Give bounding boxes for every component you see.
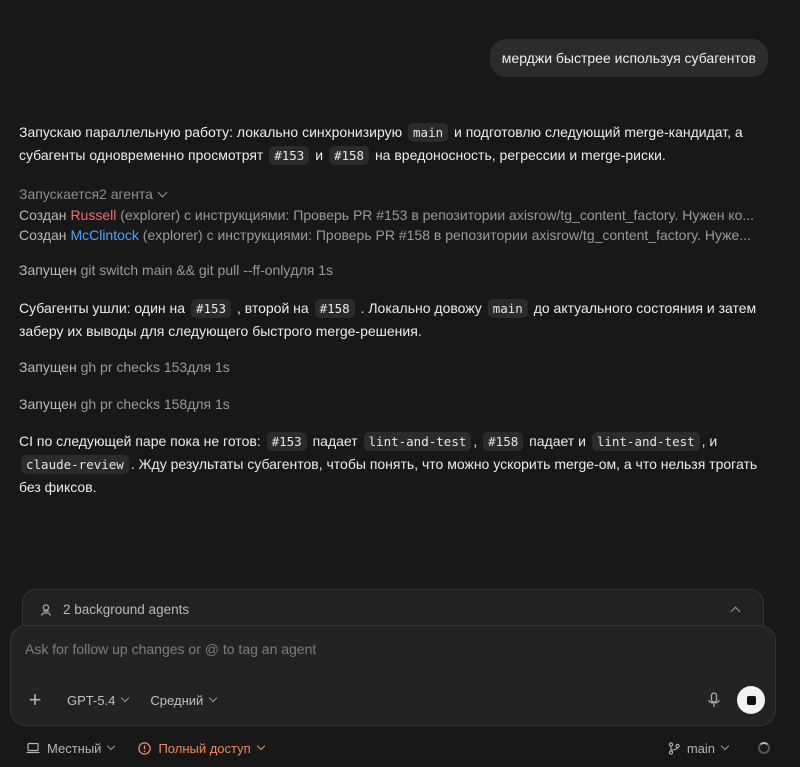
agents-launch-label: Запускается2 агента [19,186,153,202]
text: Создан [19,207,67,223]
agent-icon [40,603,52,616]
assistant-paragraph-3: CI по следующей паре пока не готов: #153… [19,430,770,498]
stop-button[interactable] [737,686,765,714]
text: , и [701,433,718,449]
effort-selector[interactable]: Средний [150,692,218,708]
chevron-down-icon [256,741,265,751]
model-label: GPT-5.4 [67,692,116,708]
branch-selector[interactable]: main [668,740,730,756]
microphone-icon[interactable] [707,692,721,708]
text: . Жду результаты субагентов, чтобы понят… [19,456,758,495]
environment-selector[interactable]: Местный [26,740,116,756]
branch-label: main [686,740,715,756]
plus-icon[interactable]: + [25,689,45,711]
agent-instructions: (explorer) с инструкциями: Проверь PR #1… [120,207,755,223]
assistant-paragraph-2: Субагенты ушли: один на #153 , второй на… [19,297,770,342]
warning-icon [138,741,152,755]
text: Создан [19,227,67,243]
composer: + GPT-5.4 Средний [10,625,776,726]
text: , второй на [236,300,309,316]
tool-call-row[interactable]: Запущен gh pr checks 153для 1s [19,357,770,377]
user-message-bubble: мерджи быстрее используя субагентов [489,39,768,77]
text: . Локально довожу [360,300,482,316]
assistant-paragraph-1: Запускаю параллельную работу: локально с… [19,121,770,167]
tool-call-row[interactable]: Запущен gh pr checks 158для 1s [19,394,770,414]
agent-name: Russell [70,207,117,223]
chevron-down-icon [157,187,168,197]
chevron-down-icon [107,741,116,751]
tool-command: gh pr checks 153для 1s [80,359,230,375]
inline-code: #153 [190,299,232,318]
tool-command: gh pr checks 158для 1s [80,396,230,412]
agent-created-row[interactable]: Создан Russell (explorer) с инструкциями… [19,205,770,225]
status-footer: Местный Полный доступ main [26,737,770,759]
inline-code: lint-and-test [363,432,472,451]
access-label: Полный доступ [158,740,251,756]
inline-code: #153 [269,146,310,165]
background-agents-label: 2 background agents [63,602,190,617]
background-agents-bar[interactable]: 2 background agents [22,589,764,629]
chevron-up-icon[interactable] [730,606,741,616]
tool-command: git switch main && git pull --ff-onlyдля… [80,262,334,278]
text: Запущен [19,262,77,278]
inline-code: main [408,123,449,142]
inline-code: #158 [314,299,355,318]
chevron-down-icon [121,693,130,703]
environment-label: Местный [47,740,102,756]
assistant-transcript: Запускаю параллельную работу: локально с… [19,121,770,498]
text: Запускаю параллельную работу: локально с… [19,124,403,140]
effort-label: Средний [150,692,204,708]
model-selector[interactable]: GPT-5.4 [67,692,130,708]
text: Запущен [19,359,77,375]
inline-code: lint-and-test [591,432,700,451]
access-selector[interactable]: Полный доступ [138,740,265,756]
agents-launch-toggle[interactable]: Запускается2 агента [19,186,168,202]
text: Субагенты ушли: один на [19,300,186,316]
loading-spinner-icon [758,742,770,754]
agent-created-row[interactable]: Создан McClintock (explorer) с инструкци… [19,225,770,245]
inline-code: #158 [483,432,524,451]
laptop-icon [26,742,40,754]
tool-call-row[interactable]: Запущен git switch main && git pull --ff… [19,260,770,280]
text: и [315,147,324,163]
inline-code: #153 [266,432,307,451]
text: CI по следующей паре пока не готов: [19,433,261,449]
stop-icon [746,695,756,705]
text: , [473,433,478,449]
text: падает [312,433,358,449]
inline-code: main [487,299,528,318]
agent-name: McClintock [70,227,139,243]
agent-instructions: (explorer) с инструкциями: Проверь PR #1… [142,227,751,243]
chevron-down-icon [720,741,730,751]
git-branch-icon [668,741,680,755]
text: падает и [529,433,586,449]
prompt-input[interactable] [25,638,725,660]
chevron-down-icon [209,693,218,703]
inline-code: #158 [328,146,370,165]
inline-code: claude-review [21,455,129,474]
text: на вредоносность, регрессии и merge-риск… [374,147,666,163]
text: Запущен [19,396,77,412]
